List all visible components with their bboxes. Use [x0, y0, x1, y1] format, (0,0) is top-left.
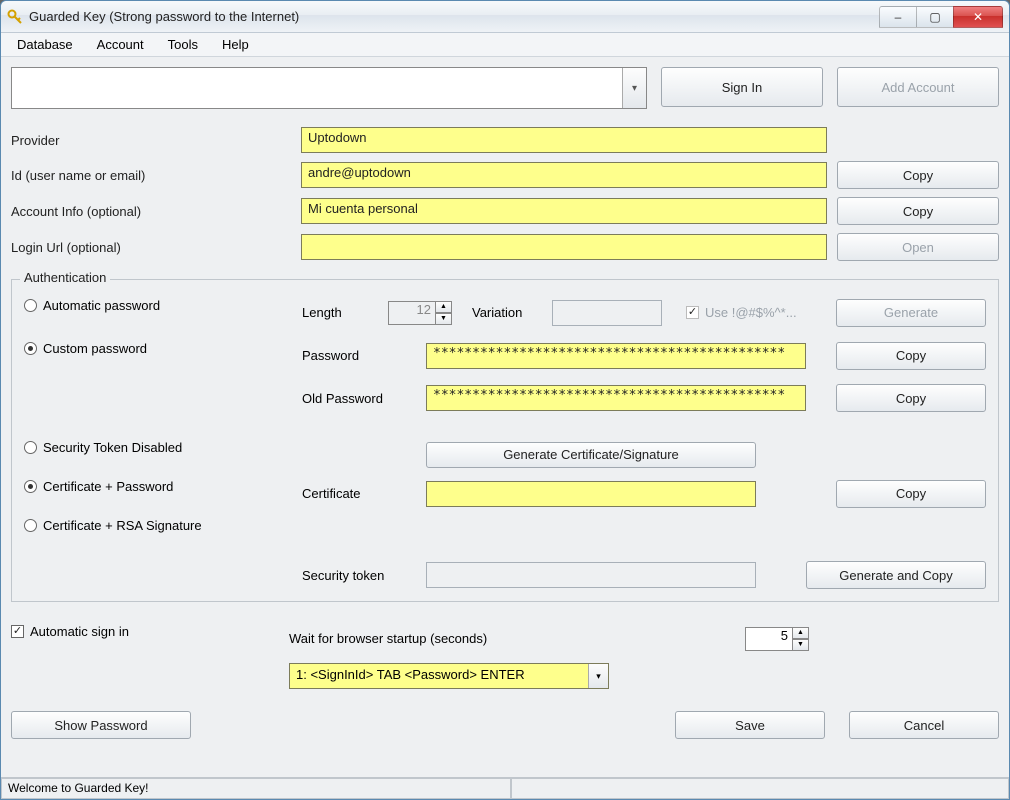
- main-window: Guarded Key (Strong password to the Inte…: [0, 0, 1010, 800]
- id-label: Id (user name or email): [11, 168, 291, 183]
- provider-field[interactable]: Uptodown: [301, 127, 827, 153]
- security-token-disabled-label: Security Token Disabled: [43, 440, 182, 455]
- maximize-button[interactable]: ▢: [916, 6, 954, 28]
- chevron-down-icon[interactable]: ▾: [588, 664, 608, 688]
- account-combo-text[interactable]: [12, 68, 622, 108]
- old-password-label: Old Password: [302, 391, 416, 406]
- variation-label: Variation: [472, 305, 542, 320]
- id-field[interactable]: andre@uptodown: [301, 162, 827, 188]
- length-up-icon[interactable]: ▲: [436, 301, 452, 313]
- wait-browser-label: Wait for browser startup (seconds): [289, 631, 735, 646]
- old-password-field[interactable]: ****************************************…: [426, 385, 806, 411]
- copy-certificate-button[interactable]: Copy: [836, 480, 986, 508]
- menu-tools[interactable]: Tools: [158, 35, 208, 54]
- wait-up-icon[interactable]: ▲: [793, 627, 809, 639]
- titlebar: Guarded Key (Strong password to the Inte…: [1, 1, 1009, 33]
- signin-sequence-dropdown[interactable]: 1: <SignInId> TAB <Password> ENTER ▾: [289, 663, 609, 689]
- account-info-field[interactable]: Mi cuenta personal: [301, 198, 827, 224]
- certificate-password-label: Certificate + Password: [43, 479, 173, 494]
- password-label: Password: [302, 348, 416, 363]
- client-area: ▾ Sign In Add Account Provider Uptodown …: [1, 57, 1009, 777]
- copy-old-password-button[interactable]: Copy: [836, 384, 986, 412]
- use-symbols-checkbox[interactable]: [686, 306, 699, 319]
- certificate-rsa-label: Certificate + RSA Signature: [43, 518, 202, 533]
- menubar: Database Account Tools Help: [1, 33, 1009, 57]
- length-value[interactable]: 12: [388, 301, 436, 325]
- window-controls: – ▢ ✕: [880, 6, 1003, 28]
- login-url-label: Login Url (optional): [11, 240, 291, 255]
- use-symbols-label: Use !@#$%^*...: [705, 305, 797, 320]
- automatic-password-label: Automatic password: [43, 298, 160, 313]
- automatic-sign-in-checkbox[interactable]: [11, 625, 24, 638]
- statusbar: Welcome to Guarded Key!: [1, 777, 1009, 799]
- save-button[interactable]: Save: [675, 711, 825, 739]
- wait-value[interactable]: 5: [745, 627, 793, 651]
- cancel-button[interactable]: Cancel: [849, 711, 999, 739]
- length-down-icon[interactable]: ▼: [436, 313, 452, 325]
- variation-field[interactable]: [552, 300, 662, 326]
- certificate-field[interactable]: [426, 481, 756, 507]
- security-token-field[interactable]: [426, 562, 756, 588]
- chevron-down-icon[interactable]: ▾: [622, 68, 646, 108]
- automatic-password-radio[interactable]: [24, 299, 37, 312]
- add-account-button[interactable]: Add Account: [837, 67, 999, 107]
- generate-button[interactable]: Generate: [836, 299, 986, 327]
- length-label: Length: [302, 305, 378, 320]
- authentication-group: Authentication Automatic password Length…: [11, 279, 999, 602]
- open-url-button[interactable]: Open: [837, 233, 999, 261]
- menu-help[interactable]: Help: [212, 35, 259, 54]
- sign-in-button[interactable]: Sign In: [661, 67, 823, 107]
- status-right: [511, 778, 1009, 799]
- generate-and-copy-button[interactable]: Generate and Copy: [806, 561, 986, 589]
- custom-password-radio[interactable]: [24, 342, 37, 355]
- wait-spinner[interactable]: 5 ▲▼: [745, 627, 809, 651]
- certificate-rsa-radio[interactable]: [24, 519, 37, 532]
- generate-certificate-button[interactable]: Generate Certificate/Signature: [426, 442, 756, 468]
- key-icon: [7, 9, 23, 25]
- password-field[interactable]: ****************************************…: [426, 343, 806, 369]
- window-title: Guarded Key (Strong password to the Inte…: [29, 9, 299, 24]
- show-password-button[interactable]: Show Password: [11, 711, 191, 739]
- copy-account-info-button[interactable]: Copy: [837, 197, 999, 225]
- copy-password-button[interactable]: Copy: [836, 342, 986, 370]
- account-combo[interactable]: ▾: [11, 67, 647, 109]
- length-spinner[interactable]: 12 ▲▼: [388, 301, 452, 325]
- copy-id-button[interactable]: Copy: [837, 161, 999, 189]
- wait-down-icon[interactable]: ▼: [793, 639, 809, 651]
- security-token-label: Security token: [302, 568, 416, 583]
- certificate-label: Certificate: [302, 486, 416, 501]
- menu-account[interactable]: Account: [87, 35, 154, 54]
- custom-password-label: Custom password: [43, 341, 147, 356]
- minimize-button[interactable]: –: [879, 6, 917, 28]
- certificate-password-radio[interactable]: [24, 480, 37, 493]
- automatic-sign-in-label: Automatic sign in: [30, 624, 129, 639]
- account-info-label: Account Info (optional): [11, 204, 291, 219]
- login-url-field[interactable]: [301, 234, 827, 260]
- status-text: Welcome to Guarded Key!: [1, 778, 511, 799]
- menu-database[interactable]: Database: [7, 35, 83, 54]
- close-button[interactable]: ✕: [953, 6, 1003, 28]
- security-token-disabled-radio[interactable]: [24, 441, 37, 454]
- authentication-legend: Authentication: [20, 270, 110, 285]
- provider-label: Provider: [11, 133, 291, 148]
- signin-sequence-value: 1: <SignInId> TAB <Password> ENTER: [290, 664, 588, 688]
